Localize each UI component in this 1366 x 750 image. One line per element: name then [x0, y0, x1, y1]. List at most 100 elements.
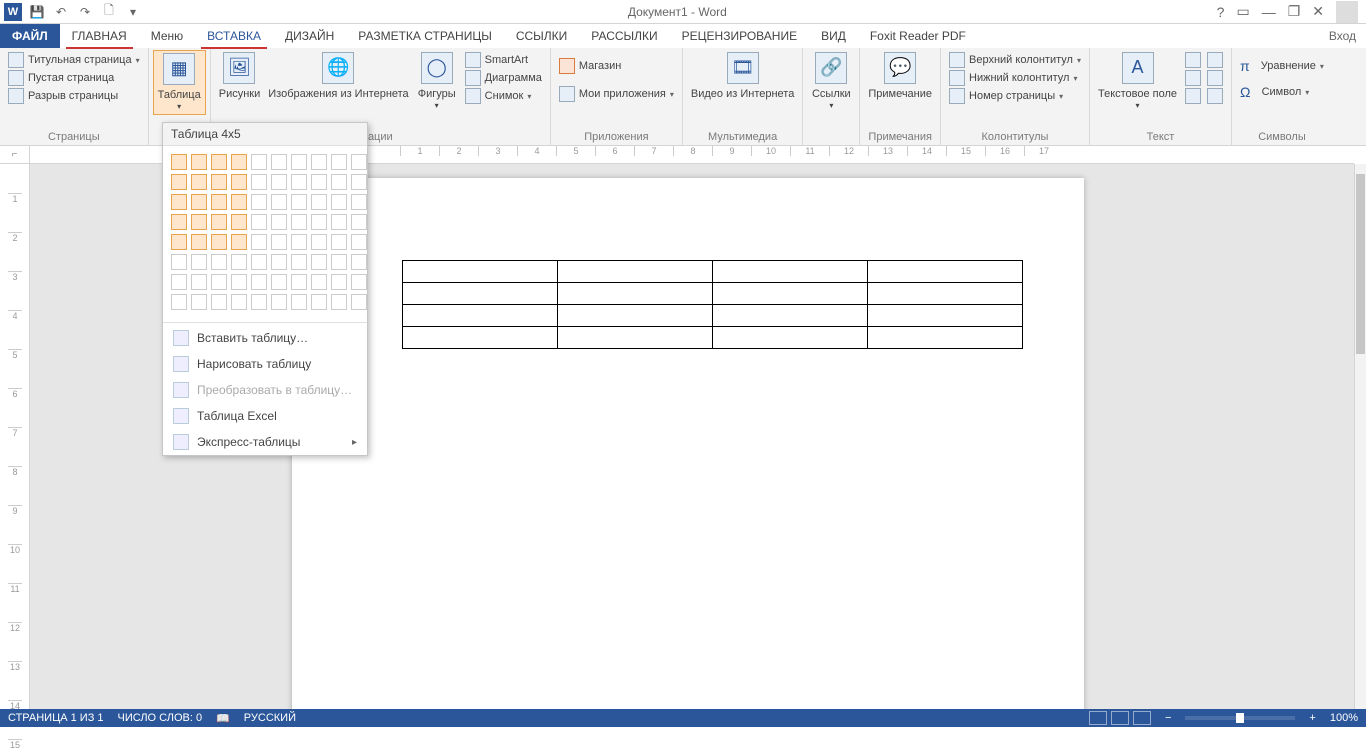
table-grid-cell[interactable] [331, 234, 347, 250]
table-grid-cell[interactable] [271, 154, 287, 170]
table-grid-cell[interactable] [351, 294, 367, 310]
pictures-button[interactable]: 🖼Рисунки [215, 50, 265, 103]
comment-button[interactable]: 💬Примечание [864, 50, 936, 103]
footer-button[interactable]: Нижний колонтитул [949, 70, 1081, 86]
table-grid-cell[interactable] [211, 274, 227, 290]
table-grid-cell[interactable] [251, 234, 267, 250]
table-grid-cell[interactable] [291, 274, 307, 290]
table-grid-cell[interactable] [311, 234, 327, 250]
zoom-out-button[interactable]: − [1165, 712, 1171, 724]
table-grid-cell[interactable] [211, 174, 227, 190]
table-grid-cell[interactable] [271, 214, 287, 230]
table-grid-cell[interactable] [351, 234, 367, 250]
table-grid-cell[interactable] [231, 234, 247, 250]
table-grid-cell[interactable] [291, 154, 307, 170]
table-grid-cell[interactable] [251, 294, 267, 310]
language-button[interactable]: РУССКИЙ [244, 712, 296, 724]
maximize-button[interactable]: ❐ [1288, 3, 1301, 20]
minimize-button[interactable]: — [1262, 4, 1276, 20]
table-grid-cell[interactable] [171, 254, 187, 270]
tab-insert[interactable]: ВСТАВКА [195, 24, 273, 48]
table-grid-cell[interactable] [291, 294, 307, 310]
qat-more-button[interactable]: ▾ [124, 3, 142, 21]
text-misc-2[interactable] [1185, 70, 1223, 86]
smartart-button[interactable]: SmartArt [465, 52, 542, 68]
table-grid-cell[interactable] [271, 294, 287, 310]
table-grid-cell[interactable] [251, 154, 267, 170]
table-size-grid[interactable] [163, 146, 367, 320]
table-row[interactable] [403, 305, 1023, 327]
table-grid-cell[interactable] [331, 154, 347, 170]
zoom-level[interactable]: 100% [1330, 712, 1358, 724]
header-button[interactable]: Верхний колонтитул [949, 52, 1081, 68]
table-grid-cell[interactable] [311, 254, 327, 270]
tab-view[interactable]: ВИД [809, 24, 858, 48]
tab-mailings[interactable]: РАССЫЛКИ [579, 24, 669, 48]
tab-home[interactable]: ГЛАВНАЯ [60, 24, 139, 48]
table-grid-cell[interactable] [171, 274, 187, 290]
table-grid-cell[interactable] [311, 154, 327, 170]
tab-layout[interactable]: РАЗМЕТКА СТРАНИЦЫ [346, 24, 504, 48]
cover-page-button[interactable]: Титульная страница [8, 52, 140, 68]
table-grid-cell[interactable] [311, 174, 327, 190]
tab-foxit[interactable]: Foxit Reader PDF [858, 24, 978, 48]
page-break-button[interactable]: Разрыв страницы [8, 88, 140, 104]
table-grid-cell[interactable] [311, 294, 327, 310]
links-button[interactable]: 🔗Ссылки▾ [807, 50, 855, 113]
page[interactable] [292, 178, 1084, 709]
table-grid-cell[interactable] [211, 214, 227, 230]
table-grid-cell[interactable] [171, 294, 187, 310]
redo-button[interactable]: ↷ [76, 3, 94, 21]
table-grid-cell[interactable] [311, 194, 327, 210]
new-doc-button[interactable]: 🗋 [100, 3, 118, 21]
tab-design[interactable]: ДИЗАЙН [273, 24, 346, 48]
online-pictures-button[interactable]: 🌐Изображения из Интернета [264, 50, 412, 103]
table-row[interactable] [403, 261, 1023, 283]
table-grid-cell[interactable] [171, 214, 187, 230]
table-grid-cell[interactable] [191, 214, 207, 230]
view-web-layout[interactable] [1133, 711, 1151, 725]
table-grid-cell[interactable] [211, 234, 227, 250]
vertical-scrollbar[interactable] [1354, 164, 1366, 709]
user-avatar-icon[interactable] [1336, 1, 1358, 23]
table-grid-cell[interactable] [291, 214, 307, 230]
table-grid-cell[interactable] [211, 194, 227, 210]
zoom-slider-thumb[interactable] [1236, 713, 1244, 723]
save-button[interactable]: 💾 [28, 3, 46, 21]
table-grid-cell[interactable] [331, 274, 347, 290]
table-grid-cell[interactable] [231, 174, 247, 190]
insert-table-item[interactable]: Вставить таблицу… [163, 325, 367, 351]
table-grid-cell[interactable] [191, 274, 207, 290]
table-grid-cell[interactable] [331, 194, 347, 210]
zoom-in-button[interactable]: + [1309, 712, 1315, 724]
symbol-button[interactable]: Ω Символ [1240, 84, 1324, 100]
equation-button[interactable]: π Уравнение [1240, 58, 1324, 74]
screenshot-button[interactable]: Снимок [465, 88, 542, 104]
close-button[interactable]: ✕ [1312, 3, 1324, 20]
table-grid-cell[interactable] [171, 174, 187, 190]
page-number-button[interactable]: Номер страницы [949, 88, 1081, 104]
table-grid-cell[interactable] [271, 174, 287, 190]
table-grid-cell[interactable] [171, 194, 187, 210]
table-button[interactable]: ▦ Таблица▾ [153, 50, 206, 115]
table-grid-cell[interactable] [191, 234, 207, 250]
table-grid-cell[interactable] [231, 194, 247, 210]
table-grid-cell[interactable] [211, 254, 227, 270]
document-table[interactable] [402, 260, 1023, 349]
ribbon-toggle-button[interactable]: ▭ [1236, 3, 1249, 20]
text-box-button[interactable]: AТекстовое поле▾ [1094, 50, 1181, 113]
table-grid-cell[interactable] [171, 234, 187, 250]
table-grid-cell[interactable] [191, 174, 207, 190]
scrollbar-thumb[interactable] [1356, 174, 1365, 354]
table-grid-cell[interactable] [251, 274, 267, 290]
page-count[interactable]: СТРАНИЦА 1 ИЗ 1 [8, 712, 104, 724]
table-grid-cell[interactable] [331, 174, 347, 190]
table-grid-cell[interactable] [171, 154, 187, 170]
text-misc-1[interactable] [1185, 52, 1223, 68]
tab-review[interactable]: РЕЦЕНЗИРОВАНИЕ [670, 24, 809, 48]
my-apps-button[interactable]: Мои приложения [559, 86, 674, 102]
table-grid-cell[interactable] [271, 234, 287, 250]
text-misc-3[interactable] [1185, 88, 1223, 104]
table-grid-cell[interactable] [291, 254, 307, 270]
zoom-slider[interactable] [1185, 716, 1295, 720]
